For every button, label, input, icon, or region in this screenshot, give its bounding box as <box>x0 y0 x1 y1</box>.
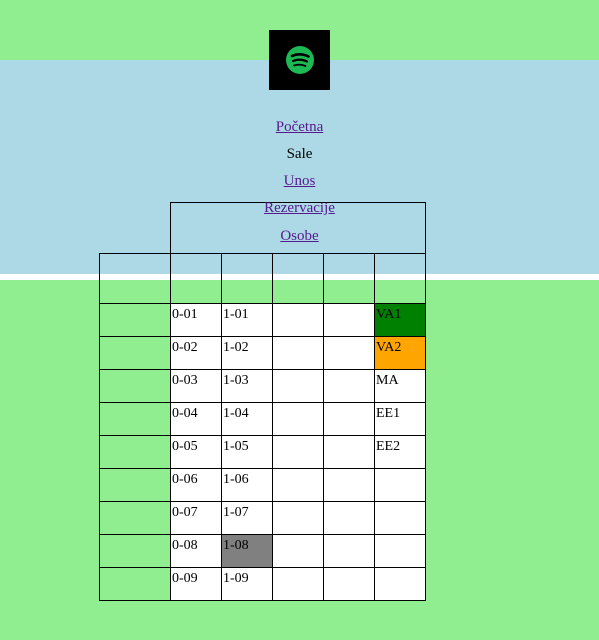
header-cell <box>374 253 426 304</box>
seat-cell[interactable]: 1-07 <box>221 501 273 535</box>
nav-item-entry-wrap: Unos <box>0 172 599 190</box>
seat-cell[interactable] <box>374 501 426 535</box>
seat-cell[interactable]: 1-01 <box>221 303 273 337</box>
seat-cell[interactable] <box>374 468 426 502</box>
seat-cell-selected[interactable]: 1-08 <box>221 534 273 568</box>
seat-cell-ee2[interactable]: EE2 <box>374 435 426 469</box>
nav-item-halls-wrap: Sale <box>0 145 599 163</box>
seat-cell[interactable] <box>272 534 324 568</box>
seat-cell-va2[interactable]: VA2 <box>374 336 426 370</box>
seat-cell[interactable] <box>272 468 324 502</box>
seat-cell[interactable] <box>272 402 324 436</box>
seat-cell-va1[interactable]: VA1 <box>374 303 426 337</box>
page: 0-01 1-01 VA1 0-02 1-02 VA2 0-03 1-03 MA… <box>0 0 599 640</box>
nav-link-home[interactable]: Početna <box>276 119 323 135</box>
seat-cell[interactable] <box>272 435 324 469</box>
seat-cell[interactable] <box>272 567 324 601</box>
seat-cell[interactable]: 1-05 <box>221 435 273 469</box>
header-cell <box>221 253 273 304</box>
seat-cell[interactable]: 0-03 <box>170 369 222 403</box>
seat-cell[interactable]: 0-02 <box>170 336 222 370</box>
row-label-cell <box>99 402 171 436</box>
nav-link-people[interactable]: Osobe <box>280 228 318 244</box>
logo[interactable] <box>269 30 330 90</box>
header-cell <box>99 253 171 304</box>
spotify-logo-icon <box>286 46 314 74</box>
seat-cell[interactable] <box>323 303 375 337</box>
row-label-cell <box>99 369 171 403</box>
nav-link-entry[interactable]: Unos <box>284 173 316 189</box>
seat-cell[interactable] <box>374 567 426 601</box>
row-label-cell <box>99 336 171 370</box>
seat-cell[interactable] <box>272 369 324 403</box>
seat-cell[interactable]: 0-01 <box>170 303 222 337</box>
seat-cell[interactable] <box>323 534 375 568</box>
seat-cell[interactable] <box>323 567 375 601</box>
header-cell <box>272 253 324 304</box>
seat-cell[interactable] <box>272 501 324 535</box>
seat-cell[interactable] <box>323 468 375 502</box>
seat-cell[interactable] <box>272 336 324 370</box>
seat-cell[interactable] <box>272 303 324 337</box>
nav-item-people-wrap: Osobe <box>0 227 599 245</box>
seat-cell[interactable] <box>374 534 426 568</box>
seat-cell[interactable]: 1-02 <box>221 336 273 370</box>
seat-cell[interactable] <box>323 435 375 469</box>
seat-cell[interactable]: 0-09 <box>170 567 222 601</box>
row-label-cell <box>99 303 171 337</box>
seat-cell[interactable] <box>323 336 375 370</box>
seat-cell-ma[interactable]: MA <box>374 369 426 403</box>
seat-cell[interactable]: 1-04 <box>221 402 273 436</box>
seat-cell[interactable]: 0-08 <box>170 534 222 568</box>
seat-cell[interactable]: 0-07 <box>170 501 222 535</box>
header-cell <box>323 253 375 304</box>
row-label-cell <box>99 534 171 568</box>
seat-cell[interactable] <box>323 369 375 403</box>
seat-cell[interactable]: 1-03 <box>221 369 273 403</box>
nav-item-home-wrap: Početna <box>0 118 599 136</box>
header-cell <box>170 253 222 304</box>
row-label-cell <box>99 435 171 469</box>
nav-item-halls-current: Sale <box>286 146 313 162</box>
seat-cell[interactable] <box>323 501 375 535</box>
seat-cell[interactable]: 0-04 <box>170 402 222 436</box>
nav-item-reservations-wrap: Rezervacije <box>0 199 599 217</box>
seat-cell[interactable]: 0-06 <box>170 468 222 502</box>
seat-cell[interactable]: 1-09 <box>221 567 273 601</box>
row-label-cell <box>99 468 171 502</box>
row-label-cell <box>99 501 171 535</box>
seat-cell-ee1[interactable]: EE1 <box>374 402 426 436</box>
nav-link-reservations[interactable]: Rezervacije <box>264 200 335 216</box>
seat-cell[interactable] <box>323 402 375 436</box>
row-label-cell <box>99 567 171 601</box>
seat-cell[interactable]: 1-06 <box>221 468 273 502</box>
seat-cell[interactable]: 0-05 <box>170 435 222 469</box>
